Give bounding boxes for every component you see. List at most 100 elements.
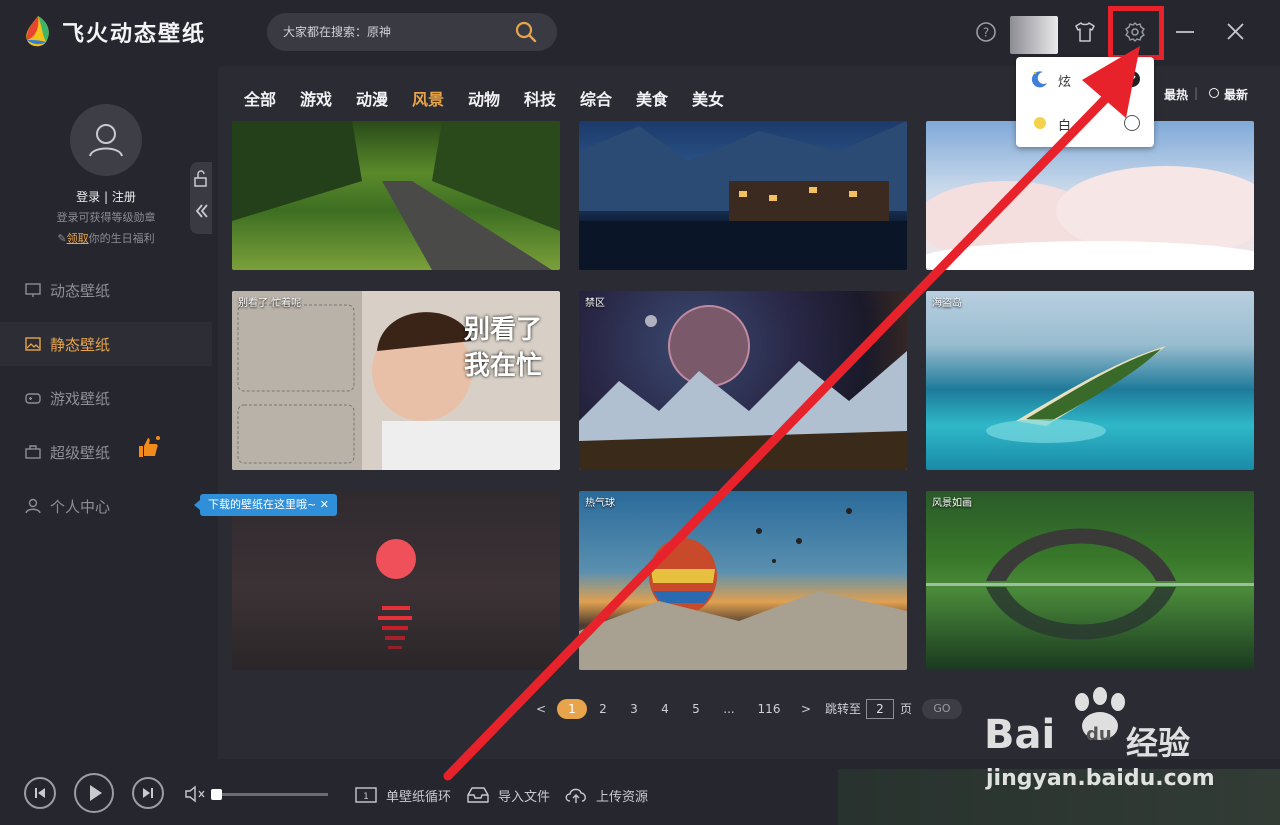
tooltip-close-icon[interactable]: ✕ [320,498,329,511]
svg-text:1: 1 [363,792,369,802]
user-avatar-thumbnail[interactable] [1010,16,1058,54]
watermark-du: du [1086,724,1112,745]
previous-button[interactable] [24,777,56,809]
tab-category[interactable]: 综合 [580,86,612,110]
import-file-label: 导入文件 [498,790,551,805]
gift-text: 你的生日福利 [88,232,155,245]
sort-new-button[interactable]: 最新 [1224,86,1248,103]
wallpaper-content: 全部 游戏 动漫 风景 动物 科技 综合 美食 美女 最热 | 最新 别看了 忙… [218,66,1280,759]
theme-option-light[interactable]: 白 [1016,101,1154,145]
wallpaper-tile[interactable]: 别看了 忙着呢 别看了 我在忙 [232,291,560,470]
volume-slider[interactable] [212,793,328,796]
search-box[interactable] [267,13,557,51]
gift-claim-link[interactable]: 领取 [67,232,89,245]
page-number-last[interactable]: 116 [756,699,782,719]
skin-shirt-icon[interactable] [1073,20,1097,44]
sidebar-item-static[interactable]: 静态壁纸 [0,322,212,366]
help-icon[interactable]: ? [974,20,998,44]
search-icon[interactable] [515,21,537,43]
single-loop-label: 单壁纸循环 [386,790,452,805]
next-page-button[interactable]: > [801,699,811,719]
sort-hot-button[interactable]: 最热 [1164,86,1188,103]
wallpaper-tile[interactable]: 禁区 [579,291,907,470]
watermark-url: jingyan.baidu.com [986,766,1215,791]
sidebar-item-label: 个人中心 [50,498,111,516]
login-link[interactable]: 登录 [76,190,100,204]
wallpaper-tile[interactable]: 海盗岛 [926,291,1254,470]
jump-label: 跳转至 [824,702,861,716]
sidebar-item-label: 超级壁纸 [50,444,111,462]
avatar[interactable] [70,104,142,176]
register-link[interactable]: 注册 [112,190,136,204]
tab-category[interactable]: 美女 [692,86,724,110]
tab-category[interactable]: 全部 [244,86,276,110]
hallstatt-scene [579,121,907,270]
meme-text-2: 我在忙 [464,351,543,381]
clock-icon [1209,88,1219,98]
go-button[interactable]: GO [922,699,962,719]
page-number[interactable]: 4 [658,699,672,719]
tile-caption: 别看了 忙着呢 [238,298,302,309]
sidebar-item-profile[interactable]: 个人中心 [0,484,212,528]
svg-text:?: ? [983,26,989,40]
tooltip-text: 下载的壁纸在这里哦~ [208,498,317,511]
next-icon [143,788,153,798]
tab-category[interactable]: 游戏 [300,86,332,110]
inbox-icon [467,787,489,803]
minimize-icon[interactable] [1174,20,1198,44]
theme-option-dark[interactable]: 炫 [1016,57,1154,101]
sun-icon [1034,117,1046,129]
tile-caption: 风景如画 [932,498,972,509]
sidebar-item-label: 游戏壁纸 [50,390,111,408]
volume-slider-handle[interactable] [211,789,222,800]
theme-radio[interactable] [1124,115,1140,131]
tab-category[interactable]: 动物 [468,86,500,110]
balloon-scene [579,508,907,670]
wallpaper-tile[interactable] [232,491,560,670]
cloud-upload-icon [565,788,586,803]
tab-category-active[interactable]: 风景 [412,86,444,110]
page-number[interactable]: 2 [596,699,610,719]
page-number[interactable]: 3 [627,699,641,719]
tab-category[interactable]: 美食 [636,86,668,110]
tab-category[interactable]: 动漫 [356,86,388,110]
wallpaper-tile[interactable] [579,121,907,270]
watermark-brand: Bai [984,712,1056,758]
app-logo-icon [26,16,49,47]
tab-category[interactable]: 科技 [524,86,556,110]
island-scene [986,346,1166,443]
page-unit-label: 页 [899,702,912,716]
play-icon [90,785,102,801]
close-icon[interactable] [1224,20,1248,44]
previous-icon [35,788,45,798]
lock-collapse-icon [194,170,208,218]
jump-page-input[interactable] [866,699,894,719]
edit-icon: ✎ [57,232,67,245]
theme-radio-checked[interactable] [1124,71,1140,87]
search-input[interactable] [283,13,513,51]
page-number-active[interactable]: 1 [557,699,587,719]
tile-caption: 海盗岛 [932,298,962,309]
wallpaper-tile[interactable] [232,121,560,270]
sidebar-item-dynamic[interactable]: 动态壁纸 [0,268,212,312]
play-button[interactable] [74,773,114,813]
theme-option-label: 白 [1058,119,1072,134]
upload-resource-label: 上传资源 [596,790,649,805]
monitor-icon [25,283,41,297]
sidebar-item-label: 动态壁纸 [50,282,111,300]
sunset-reflection-scene [376,539,416,649]
page-number[interactable]: 5 [689,699,703,719]
mute-speaker-icon[interactable] [184,784,208,804]
app-title: 飞火动态壁纸 [62,22,207,47]
sidebar-collapse-tab[interactable] [190,162,212,234]
wallpaper-tile[interactable]: 热气球 [579,491,907,670]
prev-page-button[interactable]: < [536,699,546,719]
briefcase-icon [25,445,41,459]
next-button[interactable] [132,777,164,809]
sidebar-item-super[interactable]: 超级壁纸 [0,430,212,474]
meme-text-1: 别看了 [464,315,543,345]
annotation-highlight-box [1108,6,1164,60]
login-subtitle: 登录可获得等级勋章 [56,211,156,224]
sidebar-item-game[interactable]: 游戏壁纸 [0,376,212,420]
wallpaper-tile[interactable]: 风景如画 [926,491,1254,670]
